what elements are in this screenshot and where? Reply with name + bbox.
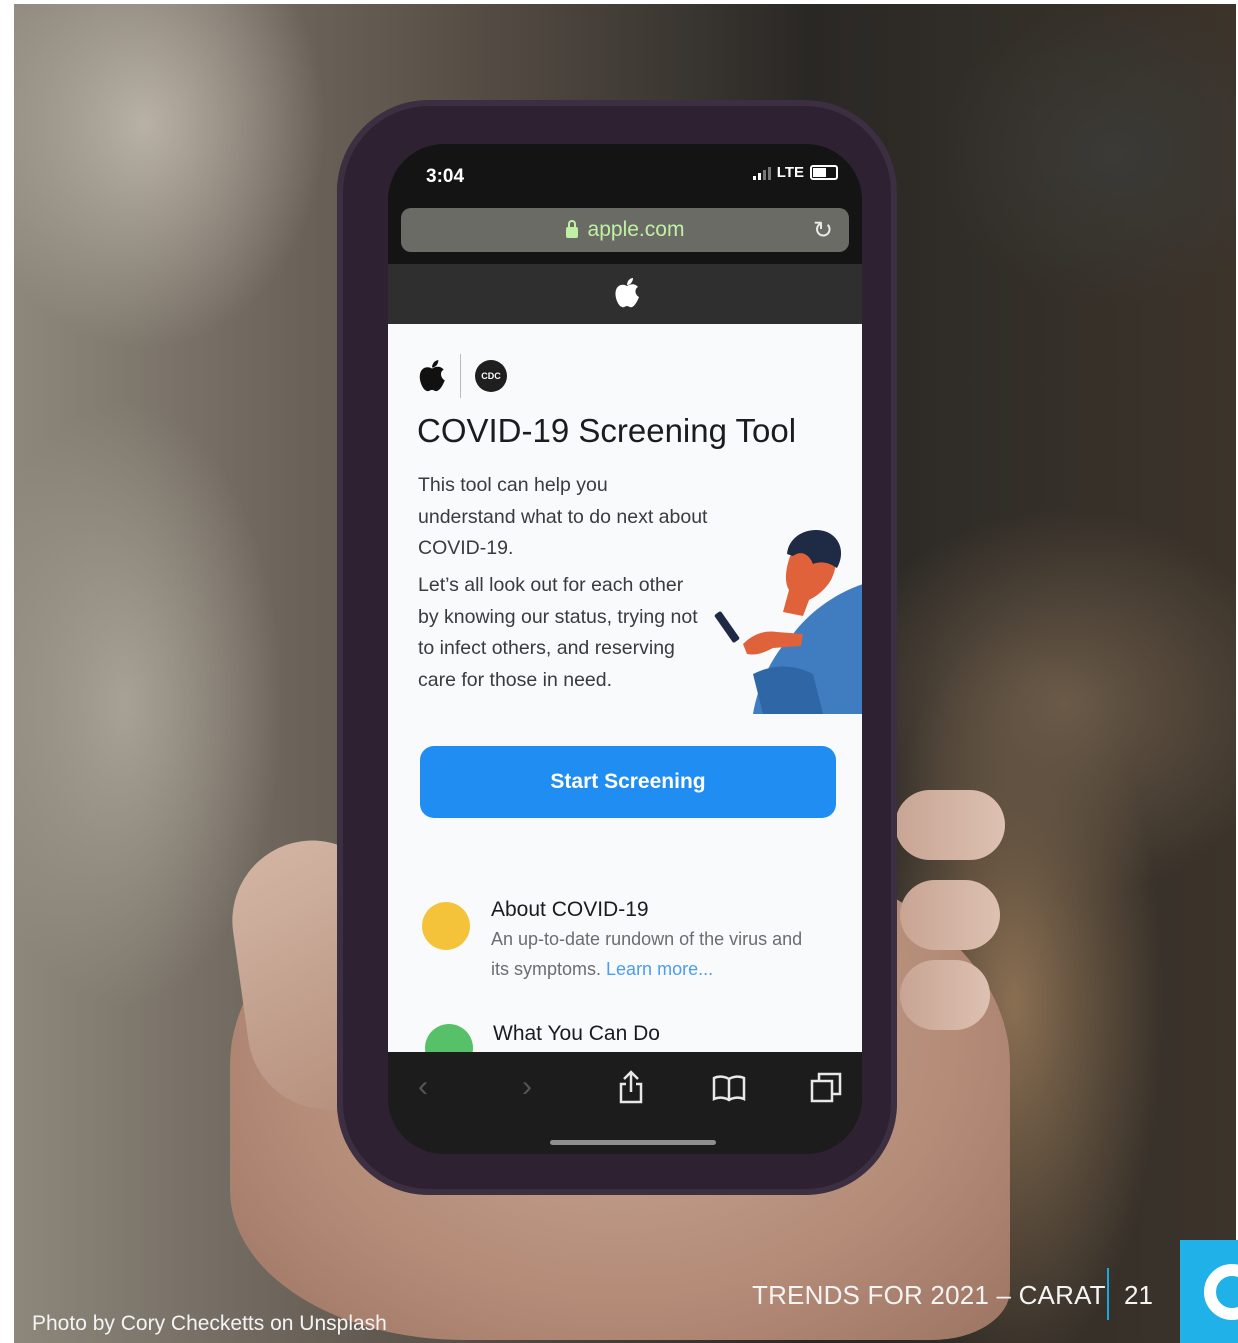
phone-notch [498, 144, 748, 178]
about-covid-description: An up-to-date rundown of the virus and i… [491, 924, 821, 984]
start-screening-button[interactable]: Start Screening [420, 746, 836, 818]
status-time: 3:04 [426, 166, 465, 187]
home-indicator [550, 1140, 716, 1145]
apple-logo-icon [419, 360, 445, 392]
carat-logo-icon [1180, 1240, 1238, 1343]
browser-toolbar: ‹ › [388, 1052, 862, 1154]
virus-icon [422, 902, 470, 950]
finger-3 [900, 960, 990, 1030]
about-covid-title[interactable]: About COVID-19 [491, 898, 649, 922]
finger-2 [900, 880, 1000, 950]
share-icon[interactable] [618, 1070, 644, 1104]
apple-nav-bar [388, 264, 862, 324]
what-you-can-do-title[interactable]: What You Can Do [493, 1022, 660, 1046]
logo-divider [460, 354, 461, 398]
reload-icon[interactable]: ↻ [813, 216, 833, 245]
status-indicators: LTE [752, 164, 838, 181]
network-label: LTE [776, 164, 804, 181]
learn-more-link[interactable]: Learn more... [606, 959, 713, 979]
battery-icon [810, 165, 838, 180]
intro-text: This tool can help you understand what t… [418, 474, 708, 559]
checklist-icon [425, 1024, 473, 1052]
body-text: Let’s all look out for each other by kno… [418, 574, 698, 691]
page-number: 21 [1124, 1280, 1153, 1310]
logo-ring [1204, 1264, 1238, 1320]
cdc-logo-icon: CDC [475, 360, 507, 392]
person-with-phone-illustration [714, 530, 862, 714]
phone-screen: 3:04 LTE apple.com ↻ CDC COVID-19 Screen… [388, 144, 862, 1154]
finger-1 [895, 790, 1005, 860]
tabs-icon[interactable] [810, 1072, 842, 1104]
bookmarks-icon[interactable] [712, 1074, 746, 1102]
footer-divider [1107, 1268, 1109, 1320]
lock-icon [565, 219, 578, 238]
photo-credit: Photo by Cory Checketts on Unsplash [32, 1312, 387, 1335]
footer-title: TRENDS FOR 2021 – CARAT [752, 1280, 1106, 1310]
url-bar[interactable]: apple.com ↻ [401, 208, 849, 252]
forward-icon[interactable]: › [522, 1070, 532, 1104]
partner-logos: CDC [418, 354, 507, 398]
signal-icon [752, 166, 771, 180]
web-page: CDC COVID-19 Screening Tool This tool ca… [388, 324, 862, 1052]
url-text: apple.com [587, 218, 685, 241]
page-title: COVID-19 Screening Tool [417, 412, 797, 449]
apple-logo-icon[interactable] [614, 277, 640, 309]
back-icon[interactable]: ‹ [418, 1070, 428, 1104]
